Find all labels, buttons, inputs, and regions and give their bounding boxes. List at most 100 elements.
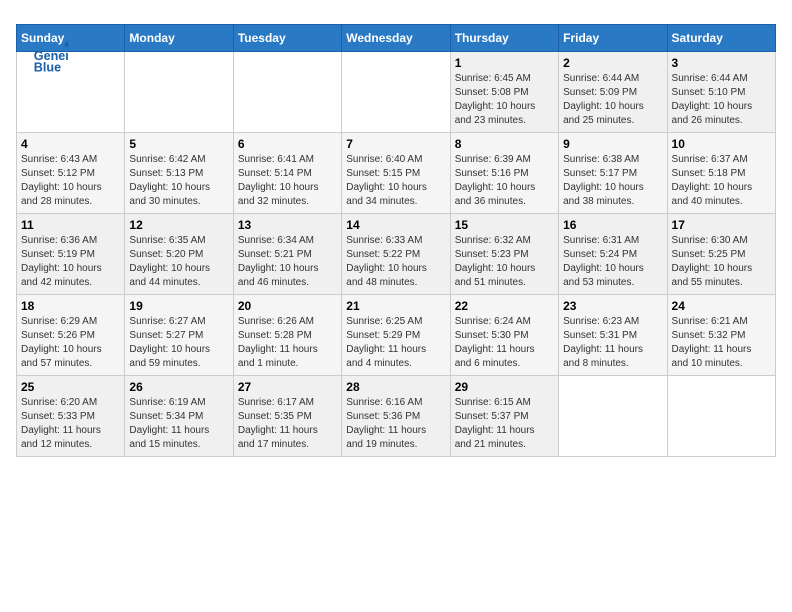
weekday-header-saturday: Saturday xyxy=(667,25,775,52)
day-info: Sunrise: 6:24 AM Sunset: 5:30 PM Dayligh… xyxy=(455,315,554,371)
day-number: 23 xyxy=(563,299,662,313)
calendar-cell xyxy=(559,376,667,457)
day-info: Sunrise: 6:29 AM Sunset: 5:26 PM Dayligh… xyxy=(21,315,120,371)
day-number: 12 xyxy=(129,218,228,232)
calendar-cell: 28 Sunrise: 6:16 AM Sunset: 5:36 PM Dayli… xyxy=(342,376,450,457)
calendar-cell: 22 Sunrise: 6:24 AM Sunset: 5:30 PM Dayli… xyxy=(450,295,558,376)
calendar-cell: 5 Sunrise: 6:42 AM Sunset: 5:13 PM Daylig… xyxy=(125,133,233,214)
day-number: 15 xyxy=(455,218,554,232)
day-number: 7 xyxy=(346,137,445,151)
calendar-cell: 19 Sunrise: 6:27 AM Sunset: 5:27 PM Dayli… xyxy=(125,295,233,376)
calendar-cell: 27 Sunrise: 6:17 AM Sunset: 5:35 PM Dayli… xyxy=(233,376,341,457)
day-number: 9 xyxy=(563,137,662,151)
calendar-cell: 8 Sunrise: 6:39 AM Sunset: 5:16 PM Daylig… xyxy=(450,133,558,214)
day-info: Sunrise: 6:41 AM Sunset: 5:14 PM Dayligh… xyxy=(238,153,337,209)
day-number: 22 xyxy=(455,299,554,313)
day-number: 6 xyxy=(238,137,337,151)
calendar-cell: 15 Sunrise: 6:32 AM Sunset: 5:23 PM Dayli… xyxy=(450,214,558,295)
day-info: Sunrise: 6:16 AM Sunset: 5:36 PM Dayligh… xyxy=(346,396,445,452)
weekday-header-thursday: Thursday xyxy=(450,25,558,52)
day-number: 4 xyxy=(21,137,120,151)
day-info: Sunrise: 6:35 AM Sunset: 5:20 PM Dayligh… xyxy=(129,234,228,290)
svg-text:Blue: Blue xyxy=(34,61,61,75)
calendar-cell: 13Sunrise: 6:34 AM Sunset: 5:21 PM Dayli… xyxy=(233,214,341,295)
day-info: Sunrise: 6:27 AM Sunset: 5:27 PM Dayligh… xyxy=(129,315,228,371)
calendar-cell xyxy=(233,52,341,133)
calendar-cell: 23 Sunrise: 6:23 AM Sunset: 5:31 PM Dayli… xyxy=(559,295,667,376)
day-info: Sunrise: 6:45 AM Sunset: 5:08 PM Dayligh… xyxy=(455,72,554,128)
day-info: Sunrise: 6:20 AM Sunset: 5:33 PM Dayligh… xyxy=(21,396,120,452)
day-info: Sunrise: 6:31 AM Sunset: 5:24 PM Dayligh… xyxy=(563,234,662,290)
calendar-cell: 1 Sunrise: 6:45 AM Sunset: 5:08 PM Daylig… xyxy=(450,52,558,133)
day-info: Sunrise: 6:37 AM Sunset: 5:18 PM Dayligh… xyxy=(672,153,771,209)
calendar-cell: 7 Sunrise: 6:40 AM Sunset: 5:15 PM Daylig… xyxy=(342,133,450,214)
weekday-header-tuesday: Tuesday xyxy=(233,25,341,52)
day-info: Sunrise: 6:15 AM Sunset: 5:37 PM Dayligh… xyxy=(455,396,554,452)
day-number: 3 xyxy=(672,56,771,70)
day-number: 1 xyxy=(455,56,554,70)
day-info: Sunrise: 6:44 AM Sunset: 5:09 PM Dayligh… xyxy=(563,72,662,128)
day-info: Sunrise: 6:39 AM Sunset: 5:16 PM Dayligh… xyxy=(455,153,554,209)
day-info: Sunrise: 6:43 AM Sunset: 5:12 PM Dayligh… xyxy=(21,153,120,209)
day-info: Sunrise: 6:30 AM Sunset: 5:25 PM Dayligh… xyxy=(672,234,771,290)
calendar-cell: 29 Sunrise: 6:15 AM Sunset: 5:37 PM Dayli… xyxy=(450,376,558,457)
day-info: Sunrise: 6:32 AM Sunset: 5:23 PM Dayligh… xyxy=(455,234,554,290)
day-number: 21 xyxy=(346,299,445,313)
day-info: Sunrise: 6:17 AM Sunset: 5:35 PM Dayligh… xyxy=(238,396,337,452)
day-info: Sunrise: 6:38 AM Sunset: 5:17 PM Dayligh… xyxy=(563,153,662,209)
day-number: 18 xyxy=(21,299,120,313)
calendar-cell: 24 Sunrise: 6:21 AM Sunset: 5:32 PM Dayli… xyxy=(667,295,775,376)
calendar-cell: 20 Sunrise: 6:26 AM Sunset: 5:28 PM Dayli… xyxy=(233,295,341,376)
day-number: 20 xyxy=(238,299,337,313)
calendar-cell: 14 Sunrise: 6:33 AM Sunset: 5:22 PM Dayli… xyxy=(342,214,450,295)
calendar-cell: 3 Sunrise: 6:44 AM Sunset: 5:10 PM Daylig… xyxy=(667,52,775,133)
day-number: 11 xyxy=(21,218,120,232)
calendar-cell: 4 Sunrise: 6:43 AM Sunset: 5:12 PM Daylig… xyxy=(17,133,125,214)
day-info: Sunrise: 6:19 AM Sunset: 5:34 PM Dayligh… xyxy=(129,396,228,452)
day-info: Sunrise: 6:40 AM Sunset: 5:15 PM Dayligh… xyxy=(346,153,445,209)
day-number: 25 xyxy=(21,380,120,394)
day-info: Sunrise: 6:23 AM Sunset: 5:31 PM Dayligh… xyxy=(563,315,662,371)
day-info: Sunrise: 6:44 AM Sunset: 5:10 PM Dayligh… xyxy=(672,72,771,128)
day-number: 17 xyxy=(672,218,771,232)
day-number: 14 xyxy=(346,218,445,232)
day-info: Sunrise: 6:25 AM Sunset: 5:29 PM Dayligh… xyxy=(346,315,445,371)
calendar-cell: 21 Sunrise: 6:25 AM Sunset: 5:29 PM Dayli… xyxy=(342,295,450,376)
day-info: Sunrise: 6:42 AM Sunset: 5:13 PM Dayligh… xyxy=(129,153,228,209)
weekday-header-monday: Monday xyxy=(125,25,233,52)
calendar-table: SundayMondayTuesdayWednesdayThursdayFrid… xyxy=(16,24,776,457)
calendar-cell: 11 Sunrise: 6:36 AM Sunset: 5:19 PM Dayli… xyxy=(17,214,125,295)
day-number: 24 xyxy=(672,299,771,313)
day-info: Sunrise: 6:26 AM Sunset: 5:28 PM Dayligh… xyxy=(238,315,337,371)
day-number: 27 xyxy=(238,380,337,394)
calendar-cell xyxy=(667,376,775,457)
day-number: 8 xyxy=(455,137,554,151)
day-number: 2 xyxy=(563,56,662,70)
logo: General Blue xyxy=(32,40,68,76)
day-number: 19 xyxy=(129,299,228,313)
day-number: 5 xyxy=(129,137,228,151)
calendar-cell: 12 Sunrise: 6:35 AM Sunset: 5:20 PM Dayli… xyxy=(125,214,233,295)
calendar-cell: 6 Sunrise: 6:41 AM Sunset: 5:14 PM Daylig… xyxy=(233,133,341,214)
weekday-header-friday: Friday xyxy=(559,25,667,52)
day-number: 28 xyxy=(346,380,445,394)
day-info: Sunrise: 6:33 AM Sunset: 5:22 PM Dayligh… xyxy=(346,234,445,290)
calendar-cell: 26 Sunrise: 6:19 AM Sunset: 5:34 PM Dayli… xyxy=(125,376,233,457)
logo-icon: General Blue xyxy=(32,40,68,76)
calendar-cell: 18 Sunrise: 6:29 AM Sunset: 5:26 PM Dayli… xyxy=(17,295,125,376)
day-number: 13 xyxy=(238,218,337,232)
calendar-cell: 16Sunrise: 6:31 AM Sunset: 5:24 PM Dayli… xyxy=(559,214,667,295)
day-number: 26 xyxy=(129,380,228,394)
calendar-cell xyxy=(342,52,450,133)
day-number: 10 xyxy=(672,137,771,151)
calendar-cell: 9 Sunrise: 6:38 AM Sunset: 5:17 PM Daylig… xyxy=(559,133,667,214)
day-info: Sunrise: 6:36 AM Sunset: 5:19 PM Dayligh… xyxy=(21,234,120,290)
calendar-cell: 10 Sunrise: 6:37 AM Sunset: 5:18 PM Dayli… xyxy=(667,133,775,214)
weekday-header-wednesday: Wednesday xyxy=(342,25,450,52)
day-info: Sunrise: 6:21 AM Sunset: 5:32 PM Dayligh… xyxy=(672,315,771,371)
calendar-cell: 2 Sunrise: 6:44 AM Sunset: 5:09 PM Daylig… xyxy=(559,52,667,133)
calendar-cell: 25 Sunrise: 6:20 AM Sunset: 5:33 PM Dayli… xyxy=(17,376,125,457)
day-number: 29 xyxy=(455,380,554,394)
calendar-cell: 17 Sunrise: 6:30 AM Sunset: 5:25 PM Dayli… xyxy=(667,214,775,295)
calendar-cell xyxy=(125,52,233,133)
